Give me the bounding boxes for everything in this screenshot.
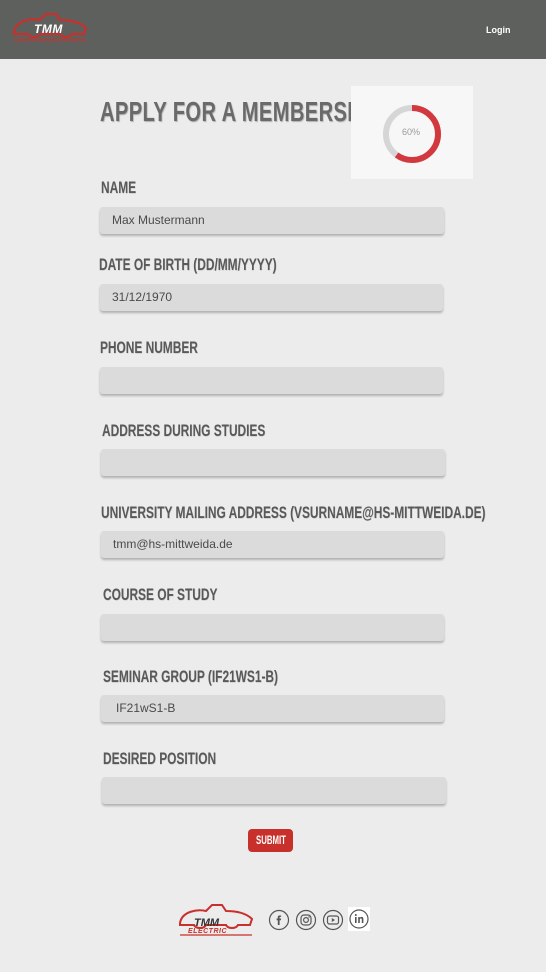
instagram-icon[interactable] [295, 909, 317, 931]
footer-logo[interactable]: TMM ELECTRIC [176, 901, 256, 939]
uni-mail-field[interactable]: tmm@hs-mittweida.de [101, 531, 444, 558]
course-field[interactable] [101, 614, 444, 641]
login-link[interactable]: Login [486, 25, 511, 35]
phone-label: PHONE NUMBER [100, 338, 198, 357]
progress-percent: 60% [401, 127, 420, 137]
facebook-icon[interactable] [268, 909, 290, 931]
name-field[interactable]: Max Mustermann [100, 207, 444, 234]
phone-field[interactable] [100, 367, 443, 394]
address-field[interactable] [101, 449, 445, 476]
submit-label: SUBMIT [256, 833, 286, 847]
position-label: DESIRED POSITION [103, 749, 217, 768]
linkedin-icon[interactable] [348, 907, 370, 931]
footer-logo-subtext: ELECTRIC [188, 928, 227, 935]
name-label: NAME [101, 178, 137, 197]
page-title: APPLY FOR A MEMBERSHIP [100, 96, 382, 127]
seminar-field[interactable]: IF21wS1-B [101, 695, 444, 722]
youtube-icon[interactable] [322, 909, 344, 931]
dob-field[interactable]: 31/12/1970 [100, 284, 443, 311]
progress-widget: 60% [351, 86, 473, 179]
seminar-label: SEMINAR GROUP (IF21WS1-B) [103, 667, 278, 686]
tmm-logo[interactable]: TMM [10, 8, 90, 46]
course-label: COURSE OF STUDY [103, 585, 218, 604]
dob-label: DATE OF BIRTH (DD/MM/YYYY) [99, 255, 277, 274]
uni-mail-label: UNIVERSITY MAILING ADDRESS (VSURNAME@HS-… [101, 503, 486, 522]
header-bar: TMM Login [0, 0, 546, 59]
address-label: ADDRESS DURING STUDIES [102, 421, 266, 440]
submit-button[interactable]: SUBMIT [248, 829, 293, 852]
logo-text: TMM [34, 22, 63, 36]
position-field[interactable] [102, 777, 446, 804]
